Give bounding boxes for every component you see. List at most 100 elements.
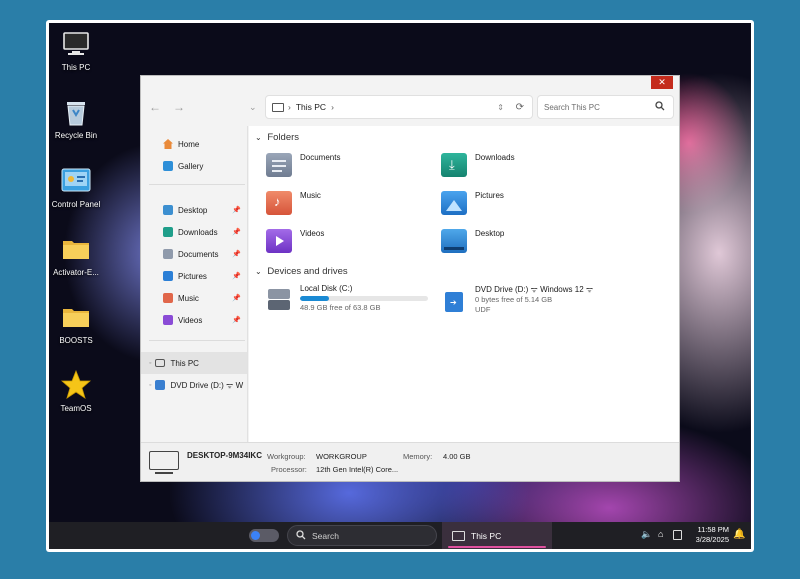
- pin-icon[interactable]: 📌: [232, 250, 241, 258]
- pictures-icon: [163, 271, 173, 281]
- clock[interactable]: 11:58 PM 3/28/2025: [685, 525, 729, 545]
- sidebar-item-home[interactable]: Home: [141, 133, 247, 155]
- taskbar-app-label: This PC: [471, 530, 502, 541]
- breadcrumb-separator[interactable]: ›: [331, 102, 334, 112]
- desktop-icon-boosts[interactable]: BOOSTS: [49, 302, 111, 345]
- desktop-icon-this-pc[interactable]: This PC: [49, 29, 111, 72]
- taskbar-app-this-pc[interactable]: This PC: [442, 522, 552, 549]
- folder-label: Downloads: [475, 153, 515, 162]
- toggle-knob: [251, 531, 260, 540]
- drive-free-space: 48.9 GB free of 63.8 GB: [300, 303, 381, 312]
- monitor-icon: [61, 29, 91, 59]
- folder-pictures[interactable]: Pictures: [441, 191, 504, 215]
- recycle-bin-icon: [61, 97, 91, 127]
- breadcrumb-separator: ›: [288, 102, 291, 112]
- pin-icon[interactable]: 📌: [232, 272, 241, 280]
- music-folder-icon: ♪: [266, 191, 292, 215]
- divider: [149, 184, 245, 185]
- chevron-down-icon[interactable]: ⌄: [249, 102, 257, 113]
- breadcrumb-this-pc[interactable]: This PC: [296, 102, 326, 112]
- folder-documents[interactable]: Documents: [266, 153, 340, 177]
- desktop-icon-teamos[interactable]: TeamOS: [49, 370, 111, 413]
- close-icon: ✕: [658, 77, 666, 87]
- pictures-folder-icon: [441, 191, 467, 215]
- taskbar-search[interactable]: Search: [287, 525, 437, 546]
- desktop-icon-recycle-bin[interactable]: Recycle Bin: [49, 97, 111, 140]
- pin-icon[interactable]: 📌: [232, 206, 241, 214]
- drive-usage-fill: [300, 296, 330, 301]
- desktop-icon-control-panel[interactable]: Control Panel: [49, 166, 111, 209]
- folder-music[interactable]: ♪ Music: [266, 191, 321, 215]
- desktop-icon-label: This PC: [61, 63, 91, 72]
- computer-icon: [149, 451, 179, 475]
- refresh-icon[interactable]: ⟳: [516, 102, 524, 113]
- folders-section-header[interactable]: ⌄ Folders: [255, 132, 299, 143]
- folder-label: Pictures: [475, 191, 504, 200]
- drive-usage-bar: [300, 296, 428, 301]
- drives-section-header[interactable]: ⌄ Devices and drives: [255, 266, 348, 277]
- title-bar: ✕: [141, 76, 679, 90]
- widgets-toggle[interactable]: [249, 529, 279, 542]
- folder-videos[interactable]: Videos: [266, 229, 324, 253]
- home-icon: [163, 139, 173, 149]
- sidebar-item-documents[interactable]: Documents 📌: [141, 243, 247, 265]
- drive-local-disk-c[interactable]: Local Disk (C:) 48.9 GB free of 63.8 GB: [266, 284, 428, 313]
- battery-icon[interactable]: [673, 530, 682, 540]
- sidebar-item-desktop[interactable]: Desktop 📌: [141, 199, 247, 221]
- details-pane: DESKTOP-9M34IKC Workgroup: WORKGROUP Mem…: [141, 442, 679, 481]
- sidebar-item-dvd-drive[interactable]: ◦ DVD Drive (D:) ᯤ W: [141, 374, 247, 396]
- desktop-icon-activator[interactable]: Activator-E...: [49, 234, 111, 277]
- chevron-down-icon: ⌄: [255, 267, 262, 276]
- sidebar-item-pictures[interactable]: Pictures 📌: [141, 265, 247, 287]
- search-input[interactable]: Search This PC: [537, 95, 674, 119]
- sidebar-item-label: Videos: [178, 315, 203, 325]
- clock-date: 3/28/2025: [695, 535, 729, 544]
- notification-bell-icon[interactable]: 🔔: [733, 529, 745, 540]
- sidebar-item-label: Documents: [178, 249, 219, 259]
- memory-value: 4.00 GB: [443, 452, 471, 461]
- file-explorer-window: ✕ ← → ⌄ › This PC › ⇕ ⟳ Search This PC H…: [140, 75, 680, 482]
- search-placeholder: Search This PC: [544, 102, 600, 112]
- navigation-pane: Home Gallery Desktop 📌 Downloads 📌 Docum…: [141, 126, 248, 442]
- sidebar-item-gallery[interactable]: Gallery: [141, 155, 247, 177]
- folder-label: Videos: [300, 229, 325, 238]
- sidebar-item-label: Desktop: [178, 205, 208, 215]
- volume-icon[interactable]: 🔈: [641, 529, 652, 540]
- drive-filesystem: UDF: [475, 305, 491, 314]
- documents-icon: [163, 249, 173, 259]
- forward-arrow-icon[interactable]: →: [173, 100, 185, 114]
- pin-icon[interactable]: 📌: [232, 294, 241, 302]
- pin-icon[interactable]: 📌: [232, 316, 241, 324]
- pin-icon[interactable]: 📌: [232, 228, 241, 236]
- sidebar-item-this-pc[interactable]: ◦ This PC: [141, 352, 247, 374]
- content-pane: ⌄ Folders Documents ⤓ Downloads ♪ Music …: [249, 126, 679, 442]
- desktop-icon-label: Recycle Bin: [54, 131, 98, 140]
- expand-icon[interactable]: ◦: [149, 382, 151, 389]
- folder-desktop[interactable]: Desktop: [441, 229, 504, 253]
- network-icon[interactable]: ⌂: [658, 529, 663, 539]
- folder-downloads[interactable]: ⤓ Downloads: [441, 153, 515, 177]
- expand-icon[interactable]: ◦: [149, 360, 151, 367]
- computer-name: DESKTOP-9M34IKC: [187, 451, 262, 460]
- desktop-folder-icon: [441, 229, 467, 253]
- address-dropdown-icon[interactable]: ⇕: [497, 103, 504, 112]
- sidebar-item-label: This PC: [170, 358, 199, 368]
- downloads-folder-icon: ⤓: [441, 153, 467, 177]
- section-title: Folders: [267, 132, 300, 143]
- drive-dvd-d[interactable]: ➔ DVD Drive (D:) ᯤ Windows 12 ᯤ 0 bytes …: [441, 284, 593, 315]
- divider: [149, 340, 245, 341]
- desktop: This PC Recycle Bin Control Panel Activa…: [49, 23, 751, 522]
- drive-label: Local Disk (C:): [300, 284, 353, 293]
- desktop-icon-label: Control Panel: [51, 200, 101, 209]
- desktop-icon-label: Activator-E...: [53, 268, 99, 277]
- address-bar[interactable]: › This PC › ⇕ ⟳: [265, 95, 533, 119]
- sidebar-item-music[interactable]: Music 📌: [141, 287, 247, 309]
- sidebar-item-downloads[interactable]: Downloads 📌: [141, 221, 247, 243]
- folder-label: Documents: [300, 153, 341, 162]
- sidebar-item-label: DVD Drive (D:) ᯤ W: [170, 380, 244, 390]
- sidebar-item-videos[interactable]: Videos 📌: [141, 309, 247, 331]
- back-arrow-icon[interactable]: ←: [149, 100, 161, 114]
- vm-screen: This PC Recycle Bin Control Panel Activa…: [46, 20, 754, 552]
- sidebar-item-label: Gallery: [178, 161, 204, 171]
- close-button[interactable]: ✕: [651, 76, 673, 89]
